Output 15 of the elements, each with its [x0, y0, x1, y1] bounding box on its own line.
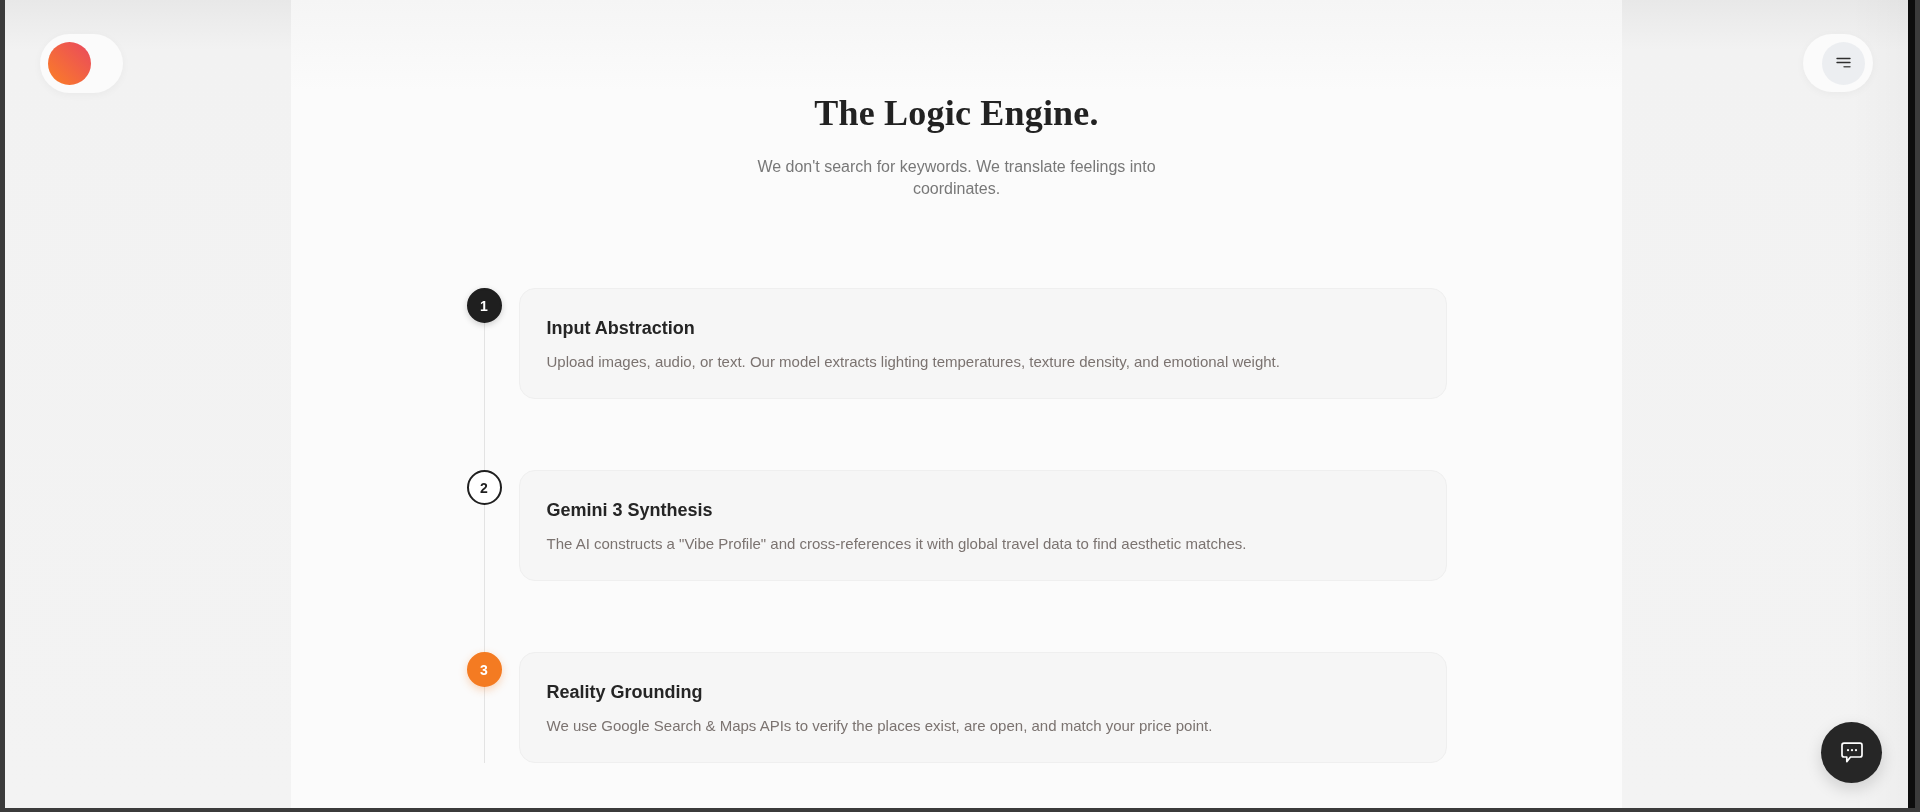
step-number: 1 — [466, 288, 502, 323]
step-number: 2 — [466, 470, 502, 505]
step-title: Reality Grounding — [546, 681, 704, 704]
step-description: Upload images, audio, or text. Our model extracts lighting temperatures, texture density, and emotional weight. — [546, 352, 1281, 372]
step-title: Input Abstraction — [546, 317, 696, 340]
step-title: Gemini 3 Synthesis — [546, 499, 714, 522]
chat-icon — [1840, 742, 1863, 763]
step-description: The AI constructs a "Vibe Profile" and cross-references it with global travel data to find aesthetic matches. — [546, 534, 1248, 554]
logo-icon — [48, 42, 91, 85]
section-title: The Logic Engine. — [814, 92, 1099, 135]
chat-button[interactable] — [1821, 722, 1882, 783]
step-number: 3 — [466, 652, 502, 687]
menu-icon — [1822, 41, 1865, 85]
section-subtitle: We don't search for keywords. We translate feelings into coordinates. — [756, 157, 1157, 199]
step-description: We use Google Search & Maps APIs to verify the places exist, are open, and match your price point. — [546, 716, 1214, 736]
